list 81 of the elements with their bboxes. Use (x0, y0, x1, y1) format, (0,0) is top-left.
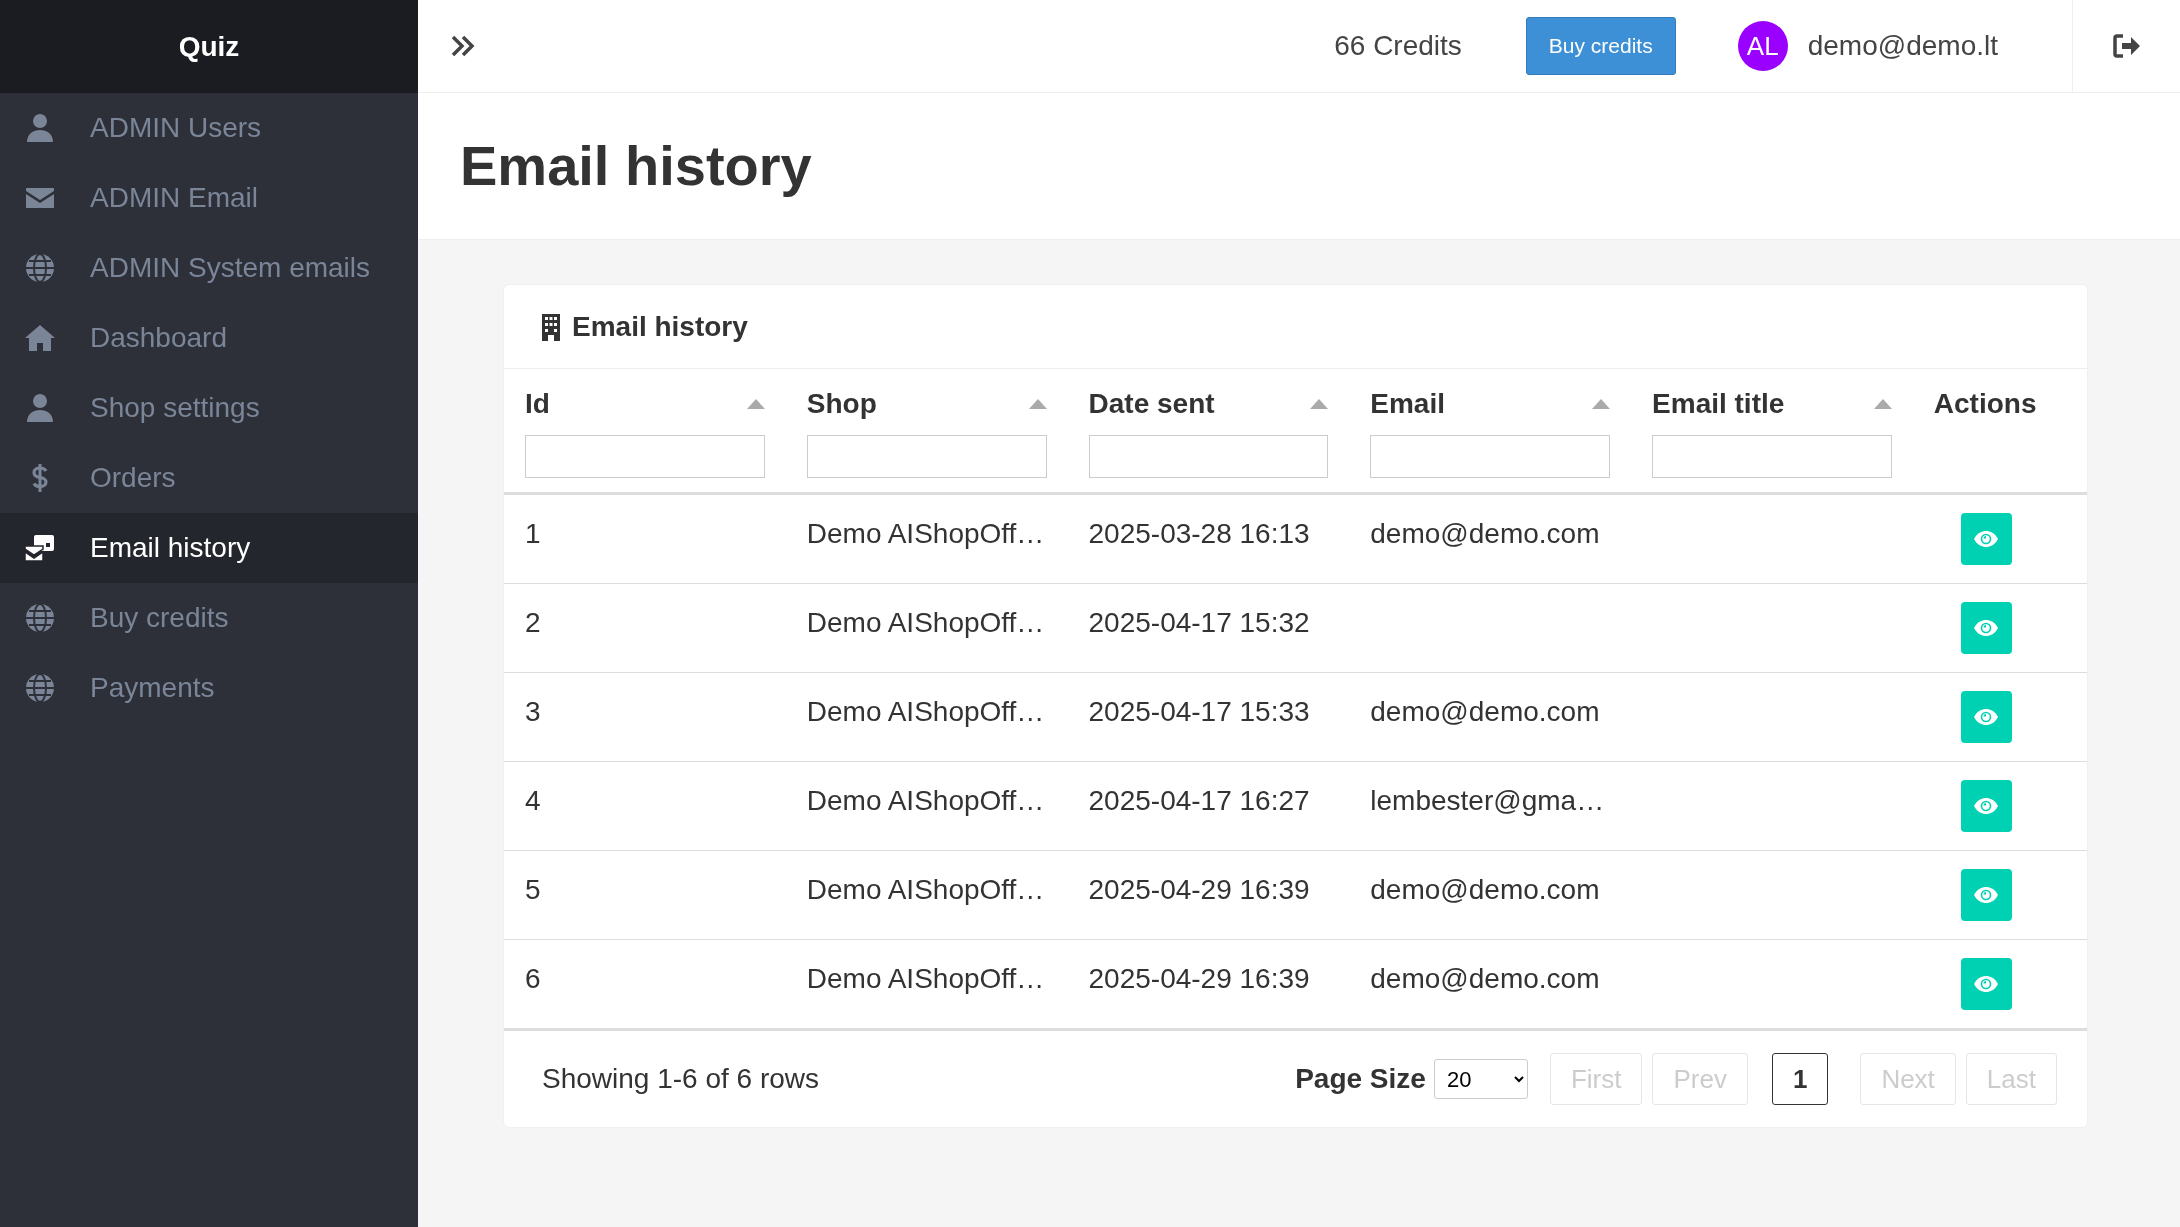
table-cell: 2025-04-29 16:39 (1067, 939, 1350, 1030)
expand-icon[interactable] (450, 34, 476, 58)
table-cell: Demo AIShopOff… (785, 939, 1068, 1030)
sort-icon[interactable] (1028, 399, 1047, 409)
table-cell: demo@demo.com (1349, 850, 1632, 940)
table-cell: Demo AIShopOff… (785, 761, 1068, 851)
filter-field[interactable] (1088, 435, 1329, 478)
filter-field[interactable] (1370, 435, 1611, 478)
eye-icon (1974, 887, 1999, 903)
sidebar-item[interactable]: Payments (0, 653, 418, 723)
table-cell: Demo AIShopOff… (785, 583, 1068, 673)
eye-icon (1974, 976, 1999, 992)
column-header: Actions (1933, 387, 2037, 421)
table-cell: Demo AIShopOff… (785, 493, 1068, 584)
globe-icon (24, 672, 56, 704)
sort-icon[interactable] (1310, 399, 1329, 409)
credits-count: 66 Credits (1334, 29, 1462, 63)
sidebar-item[interactable]: Orders (0, 443, 418, 513)
table-cell: 3 (504, 672, 786, 762)
rows-summary: Showing 1-6 of 6 rows (542, 1062, 820, 1096)
page-size-label: Page Size (1295, 1062, 1426, 1096)
home-icon (24, 322, 56, 354)
column-header[interactable]: Email (1370, 383, 1445, 425)
envelopes-icon (24, 532, 56, 564)
filter-field[interactable] (1652, 435, 1892, 478)
eye-icon (1974, 620, 1999, 636)
page-button[interactable]: 1 (1771, 1053, 1829, 1105)
sidebar-item[interactable]: ADMIN Email (0, 163, 418, 233)
table-cell: 1 (504, 493, 786, 584)
globe-icon (24, 252, 56, 284)
table-cell: 2025-04-17 15:32 (1067, 583, 1350, 673)
table-cell: demo@demo.com (1349, 672, 1632, 762)
view-button[interactable] (1960, 602, 2012, 654)
table-cell: Demo AIShopOff… (785, 850, 1068, 940)
sidebar-item[interactable]: Shop settings (0, 373, 418, 443)
card-title: Email history (572, 309, 748, 344)
view-button[interactable] (1960, 869, 2012, 921)
app-title: Quiz (0, 0, 418, 93)
view-button[interactable] (1960, 513, 2012, 565)
sidebar-item[interactable]: Buy credits (0, 583, 418, 653)
building-icon (540, 312, 562, 341)
user-avatar: AL (1737, 21, 1788, 71)
logout-icon[interactable] (2111, 33, 2142, 59)
sidebar-item[interactable]: ADMIN System emails (0, 233, 418, 303)
table-cell: 2025-04-17 16:27 (1067, 761, 1350, 851)
table-cell: demo@demo.com (1349, 493, 1632, 584)
eye-icon (1974, 531, 1999, 547)
view-button[interactable] (1960, 780, 2012, 832)
sidebar-item[interactable]: Email history (0, 513, 418, 583)
sort-icon[interactable] (1592, 399, 1611, 409)
sort-icon[interactable] (746, 399, 765, 409)
table-cell: 5 (504, 850, 786, 940)
column-header[interactable]: Email title (1652, 383, 1785, 425)
filter-field[interactable] (525, 435, 765, 478)
table-cell: demo@demo.com (1349, 939, 1632, 1030)
column-header[interactable]: Date sent (1088, 383, 1215, 425)
table-cell: 2 (504, 583, 786, 673)
filter-field[interactable] (806, 435, 1047, 478)
column-header[interactable]: Id (525, 383, 550, 425)
sidebar-item[interactable]: Dashboard (0, 303, 418, 373)
user-icon (24, 112, 56, 144)
view-button[interactable] (1960, 691, 2012, 743)
sidebar-item[interactable]: ADMIN Users (0, 93, 418, 163)
page-title: Email history (460, 133, 812, 200)
buy-credits-button[interactable]: Buy credits (1525, 17, 1676, 75)
sort-icon[interactable] (1873, 399, 1892, 409)
table-cell: Demo AIShopOff… (785, 672, 1068, 762)
table-cell: 2025-03-28 16:13 (1067, 493, 1350, 584)
table-cell: 6 (504, 939, 786, 1030)
user-email[interactable]: demo@demo.lt (1807, 25, 1998, 67)
globe-icon (24, 602, 56, 634)
table-cell: 4 (504, 761, 786, 851)
user-icon (24, 392, 56, 424)
table-cell: 2025-04-17 15:33 (1067, 672, 1350, 762)
eye-icon (1974, 709, 1999, 725)
table-cell: 2025-04-29 16:39 (1067, 850, 1350, 940)
column-header[interactable]: Shop (806, 383, 877, 425)
view-button[interactable] (1960, 958, 2012, 1010)
table-cell: lembester@gma… (1349, 761, 1632, 851)
eye-icon (1974, 798, 1999, 814)
page-size-select[interactable]: 20 (1433, 1059, 1528, 1099)
